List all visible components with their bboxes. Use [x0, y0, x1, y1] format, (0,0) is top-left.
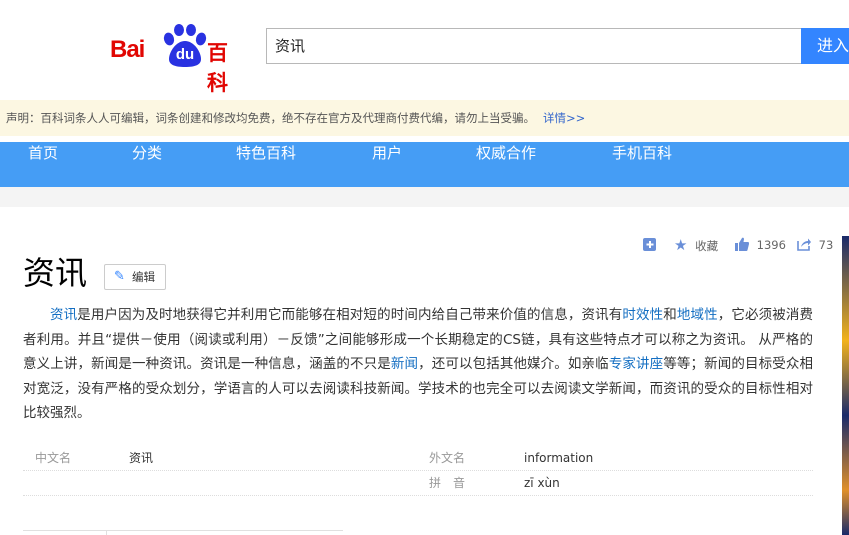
link-news[interactable]: 新闻 — [391, 356, 418, 372]
add-icon[interactable] — [642, 235, 658, 255]
edit-label: 编辑 — [132, 270, 155, 284]
info-row: 中文名 资讯 外文名 information — [23, 446, 813, 471]
logo-baike-text: 百科 — [207, 41, 229, 95]
nav-item-home[interactable]: 首页 — [28, 142, 58, 187]
enter-button[interactable]: 进入 — [801, 28, 849, 64]
entry-title: 资讯 — [23, 254, 88, 292]
info-name-foreign: 外文名 — [429, 451, 466, 465]
share-button[interactable]: 73 — [797, 235, 833, 255]
side-ad-image[interactable] — [842, 236, 849, 535]
paragraph-text: ，还可以包括其他媒介。如亲临 — [418, 356, 609, 372]
nav-item-category[interactable]: 分类 — [132, 142, 162, 187]
nav-item-mobile[interactable]: 手机百科 — [612, 142, 672, 187]
logo-du-text: du — [175, 46, 195, 63]
disclaimer-text: 声明：百科词条人人可编辑，词条创建和修改均免费，绝不存在官方及代理商付费代编，请… — [6, 111, 535, 125]
divider — [23, 530, 343, 531]
like-count: 1396 — [756, 238, 786, 252]
disclaimer-bar: 声明：百科词条人人可编辑，词条创建和修改均免费，绝不存在官方及代理商付费代编，请… — [0, 100, 849, 136]
details-link[interactable]: 详情>> — [543, 111, 585, 125]
link-expert-lecture[interactable]: 专家讲座 — [609, 356, 664, 372]
basic-info-table: 中文名 资讯 外文名 information 拼 音 zī xùn — [23, 446, 813, 496]
paragraph-text: 和 — [663, 307, 677, 323]
collect-label: 收藏 — [695, 239, 719, 253]
paragraph-text: 是用户因为及时地获得它并利用它而能够在相对短的时间内给自己带来价值的信息，资讯有 — [77, 307, 623, 323]
pencil-icon: ✎ — [114, 269, 125, 284]
link-timeliness[interactable]: 时效性 — [622, 307, 663, 323]
summary-paragraph: 资讯是用户因为及时地获得它并利用它而能够在相对短的时间内给自己带来价值的信息，资… — [23, 303, 813, 426]
search-input[interactable]: 资讯 — [266, 28, 801, 64]
info-name-chinese: 中文名 — [35, 451, 72, 465]
info-value-foreign: information — [524, 451, 594, 465]
header: Bai du 百科 资讯 进入 — [0, 0, 849, 95]
baidu-baike-logo[interactable]: Bai du 百科 — [110, 24, 250, 95]
thumbs-up-icon — [735, 237, 749, 251]
share-count: 73 — [818, 238, 834, 252]
collect-button[interactable]: ★ 收藏 — [674, 235, 718, 255]
info-row: 拼 音 zī xùn — [23, 471, 813, 496]
divider — [106, 530, 107, 535]
share-icon — [797, 238, 811, 251]
info-name-pinyin: 拼 音 — [429, 476, 466, 490]
nav-item-featured[interactable]: 特色百科 — [236, 142, 296, 187]
main-nav: 首页 分类 特色百科 用户 权威合作 手机百科 — [0, 142, 849, 187]
link-regionality[interactable]: 地域性 — [677, 307, 718, 323]
link-zixun[interactable]: 资讯 — [50, 307, 77, 323]
like-button[interactable]: 1396 — [735, 235, 786, 255]
edit-button[interactable]: ✎ 编辑 — [104, 264, 166, 290]
info-value-pinyin: zī xùn — [524, 476, 560, 490]
star-icon: ★ — [674, 236, 688, 254]
divider-band — [0, 187, 849, 207]
info-value-chinese: 资讯 — [129, 451, 154, 465]
nav-item-users[interactable]: 用户 — [372, 142, 402, 187]
nav-item-partners[interactable]: 权威合作 — [476, 142, 536, 187]
logo-bai-text: Bai — [110, 36, 145, 63]
